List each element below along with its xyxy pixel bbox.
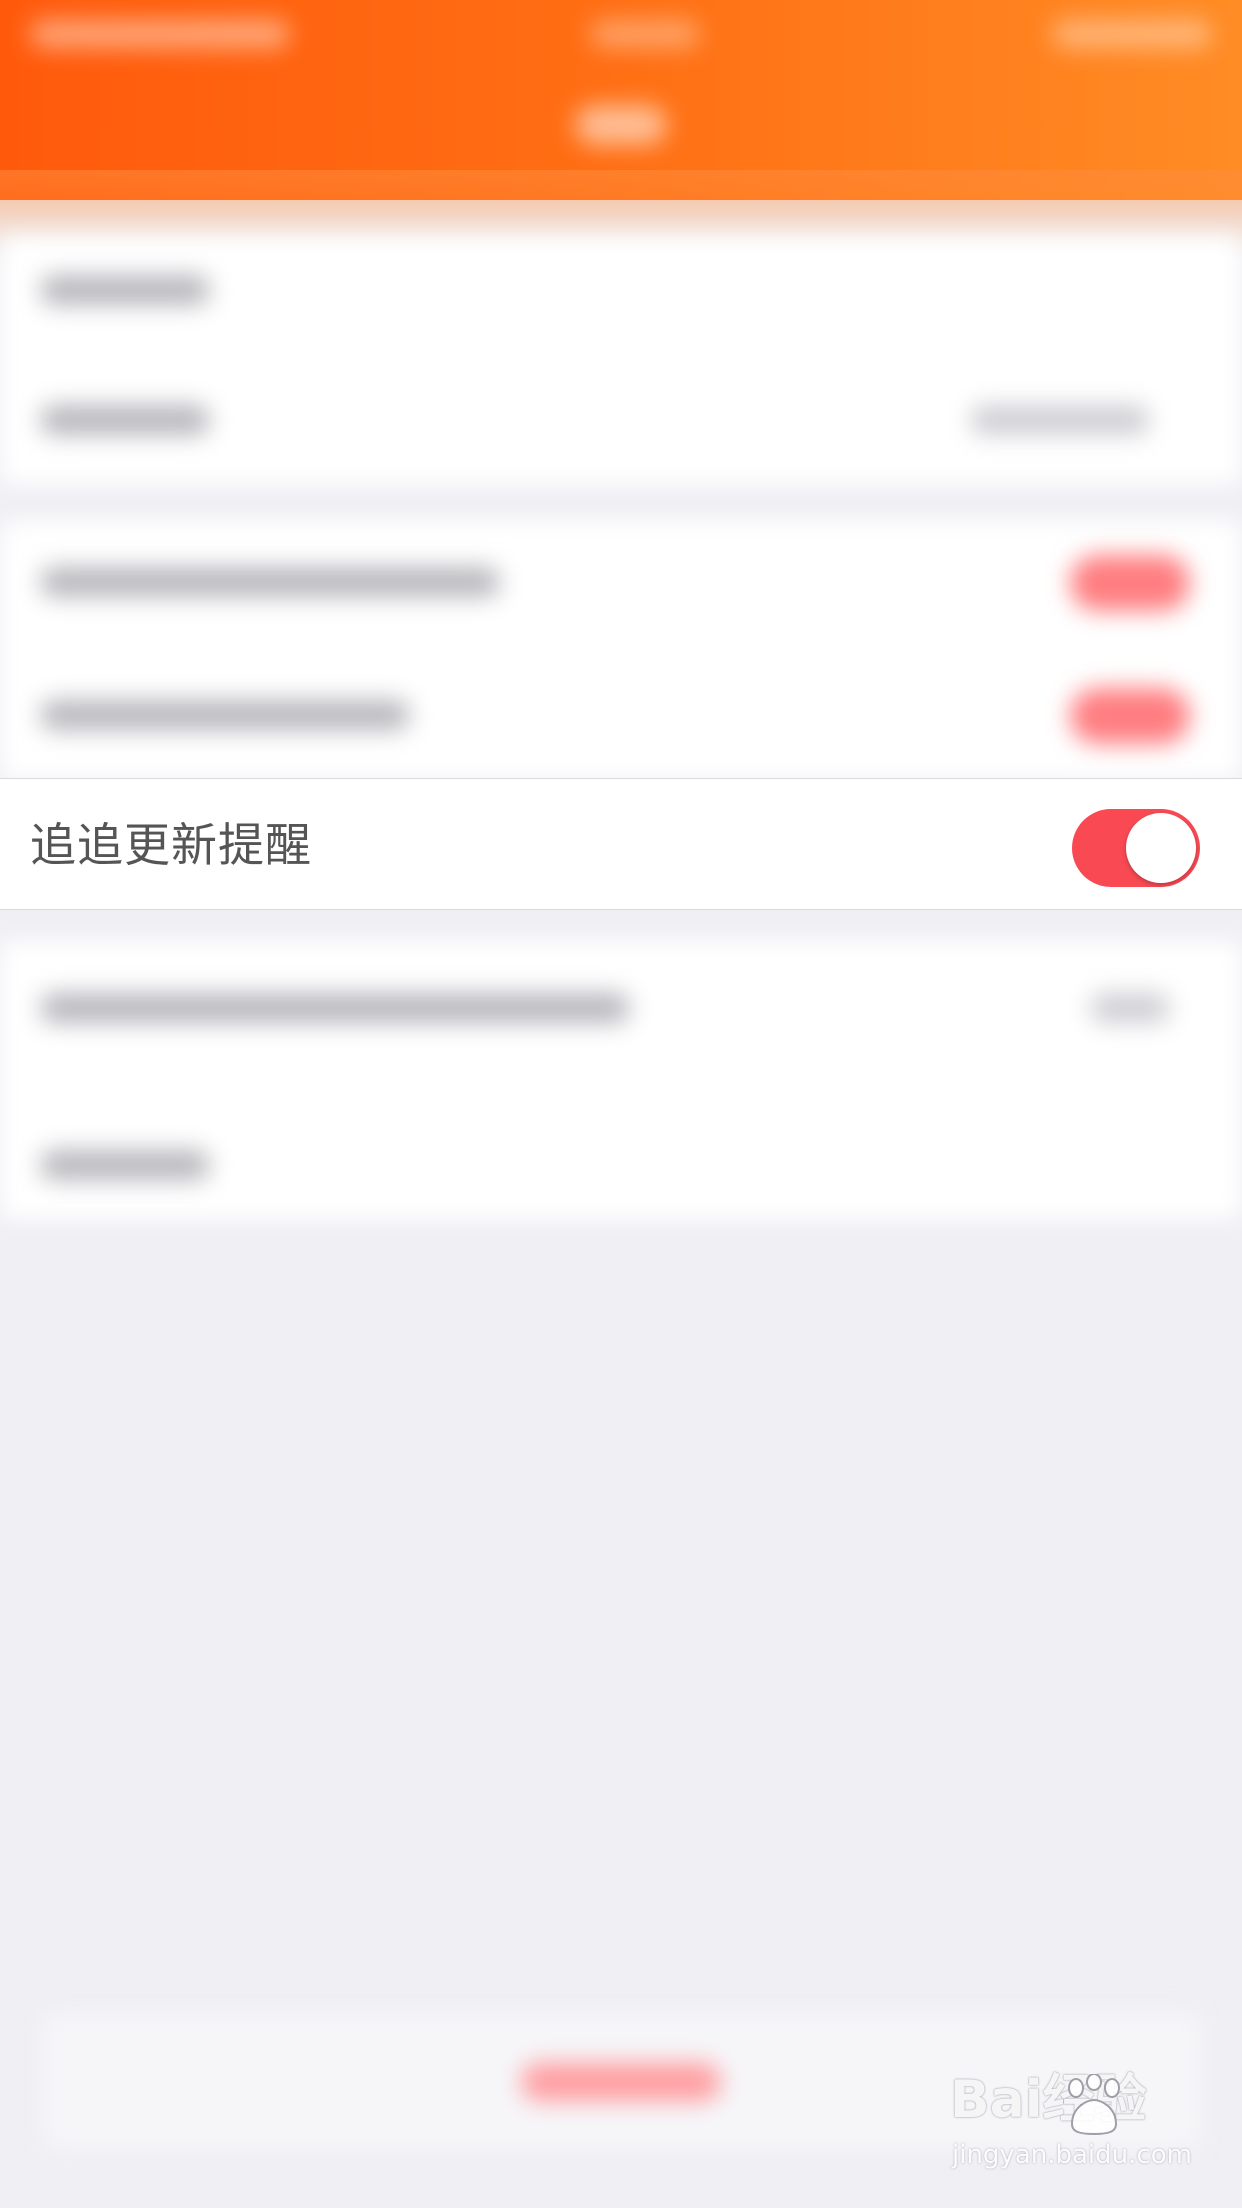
- status-battery-blurred: [1052, 20, 1212, 48]
- page-title-blurred: [575, 105, 667, 145]
- setting-row-value-blurred: [970, 405, 1150, 435]
- settings-group-1-blurred: [0, 235, 1242, 485]
- setting-row-label-blurred: [40, 275, 210, 305]
- settings-group-3-blurred: [0, 940, 1242, 1220]
- setting-row-label-blurred: [40, 1150, 210, 1180]
- update-reminder-toggle[interactable]: [1072, 809, 1200, 887]
- settings-group-2-blurred: [0, 520, 1242, 780]
- setting-row-label-blurred: [40, 993, 630, 1023]
- status-bar: [30, 14, 1212, 54]
- toggle-knob: [1126, 813, 1196, 883]
- watermark-url: jingyan.baidu.com: [952, 2140, 1192, 2170]
- baidu-jingyan-watermark: Bai经验 jingyan.baidu.com: [950, 2070, 1210, 2180]
- setting-row-label-blurred: [40, 405, 210, 435]
- setting-row-value-blurred: [1090, 993, 1170, 1023]
- setting-row-update-reminder[interactable]: 追追更新提醒: [0, 778, 1242, 910]
- paw-icon: [1068, 2074, 1120, 2136]
- toggle-blurred: [1070, 688, 1190, 744]
- setting-row-label-blurred: [40, 700, 410, 730]
- setting-row-label-blurred: [40, 567, 500, 597]
- status-time-blurred: [590, 20, 700, 48]
- toggle-blurred: [1070, 555, 1190, 611]
- update-reminder-label: 追追更新提醒: [30, 818, 312, 872]
- bottom-action-label-blurred: [521, 2063, 721, 2101]
- status-carrier-blurred: [30, 20, 290, 48]
